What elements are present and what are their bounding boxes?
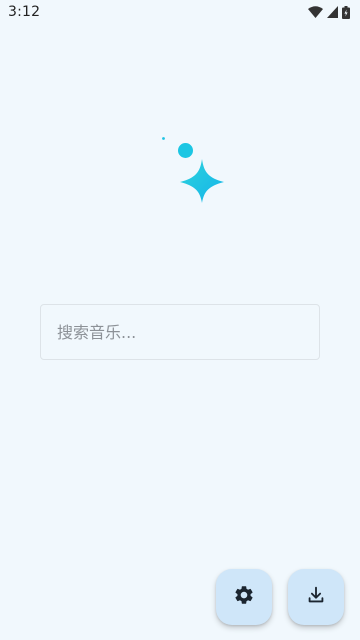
battery-icon: [342, 5, 350, 19]
app-screen: 3:12: [0, 0, 360, 640]
cellular-signal-icon: [327, 6, 338, 18]
settings-button[interactable]: [216, 569, 272, 625]
download-icon: [305, 584, 327, 610]
download-button[interactable]: [288, 569, 344, 625]
search-field[interactable]: [40, 304, 320, 360]
sparkle-logo-icon: [150, 128, 230, 208]
search-input[interactable]: [57, 322, 303, 342]
gear-icon: [233, 584, 255, 610]
wifi-icon: [308, 6, 323, 18]
status-time: 3:12: [8, 4, 41, 20]
status-icons: [308, 5, 350, 19]
status-bar: 3:12: [0, 0, 360, 24]
